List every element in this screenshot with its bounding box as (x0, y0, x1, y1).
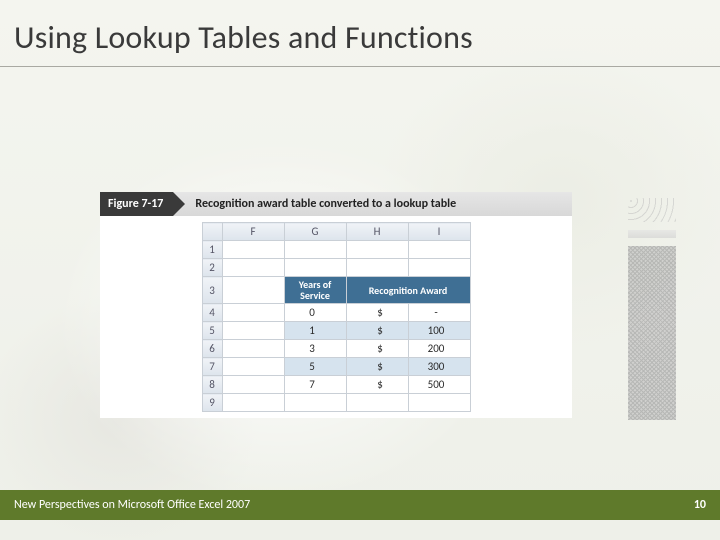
cell (284, 394, 346, 412)
row: 5 1 $ 100 (202, 322, 470, 340)
cell (408, 394, 470, 412)
years-cell: 5 (284, 358, 346, 376)
corner-cell (202, 223, 222, 241)
cell (222, 259, 284, 277)
row-header: 8 (202, 376, 222, 394)
years-cell: 3 (284, 340, 346, 358)
award-cell: 500 (408, 376, 470, 394)
figure-caption: Recognition award table converted to a l… (195, 197, 456, 211)
col-header: F (222, 223, 284, 241)
col-header: H (346, 223, 408, 241)
row-header: 4 (202, 304, 222, 322)
worksheet-grid: F G H I 1 2 (202, 222, 471, 412)
cell (222, 340, 284, 358)
header-award: Recognition Award (346, 277, 470, 304)
slide-title: Using Lookup Tables and Functions (14, 18, 706, 57)
years-cell: 7 (284, 376, 346, 394)
slide: Using Lookup Tables and Functions Figure… (0, 0, 720, 540)
cell (222, 304, 284, 322)
col-header: G (284, 223, 346, 241)
award-cell: 200 (408, 340, 470, 358)
award-cell: 300 (408, 358, 470, 376)
row: 1 (202, 241, 470, 259)
row-header: 5 (202, 322, 222, 340)
footer-text: New Perspectives on Microsoft Office Exc… (14, 498, 250, 512)
currency-cell: $ (346, 340, 408, 358)
currency-cell: $ (346, 376, 408, 394)
row: 2 (202, 259, 470, 277)
row: 4 0 $ - (202, 304, 470, 322)
row: 8 7 $ 500 (202, 376, 470, 394)
footer-bar: New Perspectives on Microsoft Office Exc… (0, 490, 720, 520)
cell (222, 322, 284, 340)
award-cell: 100 (408, 322, 470, 340)
decorative-texture (628, 230, 676, 238)
decorative-texture (628, 246, 676, 420)
cell (284, 259, 346, 277)
cell (222, 394, 284, 412)
title-divider (0, 66, 720, 67)
row-header: 2 (202, 259, 222, 277)
header-years: Years of Service (284, 277, 346, 304)
decorative-texture (628, 198, 676, 222)
row-header: 6 (202, 340, 222, 358)
row: 6 3 $ 200 (202, 340, 470, 358)
years-cell: 1 (284, 322, 346, 340)
row-header: 3 (202, 277, 222, 304)
cell (222, 358, 284, 376)
row: 9 (202, 394, 470, 412)
currency-cell: $ (346, 304, 408, 322)
row: 7 5 $ 300 (202, 358, 470, 376)
row-header: 1 (202, 241, 222, 259)
years-cell: 0 (284, 304, 346, 322)
figure-label: Figure 7-17 (108, 197, 163, 211)
row-header: 7 (202, 358, 222, 376)
cell (284, 241, 346, 259)
page-number: 10 (694, 498, 706, 512)
cell (222, 241, 284, 259)
currency-cell: $ (346, 358, 408, 376)
figure-label-chip: Figure 7-17 (100, 192, 173, 216)
currency-cell: $ (346, 322, 408, 340)
cell (222, 376, 284, 394)
worksheet-wrap: F G H I 1 2 (100, 216, 572, 418)
award-cell: - (408, 304, 470, 322)
figure-header-bar: Figure 7-17 Recognition award table conv… (100, 192, 572, 216)
cell (408, 241, 470, 259)
row: 3 Years of Service Recognition Award (202, 277, 470, 304)
cell (346, 394, 408, 412)
cell (408, 259, 470, 277)
cell (346, 241, 408, 259)
cell (346, 259, 408, 277)
col-header-row: F G H I (202, 223, 470, 241)
cell (222, 277, 284, 304)
col-header: I (408, 223, 470, 241)
row-header: 9 (202, 394, 222, 412)
figure-block: Figure 7-17 Recognition award table conv… (100, 192, 572, 418)
